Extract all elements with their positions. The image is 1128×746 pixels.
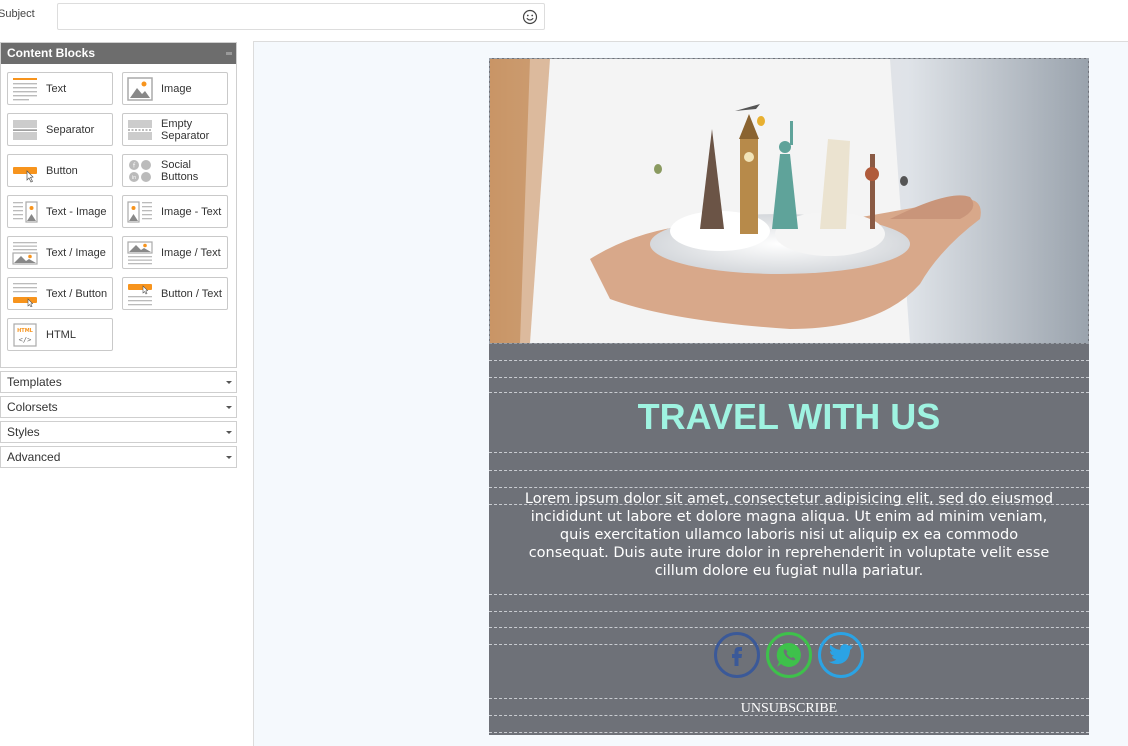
block-label: Button (46, 164, 78, 177)
block-label: Image - Text (161, 205, 222, 218)
block-label: Image / Text (161, 246, 221, 259)
section-advanced[interactable]: Advanced (0, 446, 237, 468)
whatsapp-button[interactable] (766, 632, 812, 678)
subject-label: Subject (0, 8, 35, 20)
svg-text:HTML: HTML (17, 328, 34, 334)
empty-separator-block-icon (128, 119, 152, 140)
social-buttons-block-icon: f in (129, 159, 151, 182)
block-label: Text / Button (46, 287, 108, 300)
block-label: Button / Text (161, 287, 222, 300)
block-text[interactable]: Text (7, 72, 113, 105)
image-text-block-icon (127, 200, 152, 223)
text-block-icon (13, 77, 37, 100)
block-label: Separator (46, 123, 95, 136)
image-over-text-block-icon (127, 240, 153, 264)
hero-image[interactable] (489, 58, 1089, 344)
emoji-icon[interactable] (522, 9, 538, 25)
collapse-icon[interactable] (226, 52, 232, 55)
section-label: Colorsets (7, 400, 58, 414)
social-buttons (489, 632, 1089, 678)
blocks-grid: Text Image Separator Empty Separator But… (1, 64, 236, 367)
block-button-over-text[interactable]: Button / Text (122, 277, 228, 310)
block-social-buttons[interactable]: f in Social Buttons (122, 154, 228, 187)
caret-down-icon (226, 381, 232, 384)
separator-block-icon (13, 119, 37, 140)
content-blocks-title: Content Blocks (7, 46, 96, 60)
section-label: Templates (7, 375, 62, 389)
block-label: Text (46, 82, 67, 95)
section-label: Advanced (7, 450, 61, 464)
whatsapp-icon (776, 642, 801, 667)
image-block-icon (127, 76, 153, 101)
block-empty-separator[interactable]: Empty Separator (122, 113, 228, 146)
button-block-icon (13, 166, 37, 182)
block-text-over-button[interactable]: Text / Button (7, 277, 113, 310)
hero-illustration (490, 59, 1088, 343)
svg-text:</>: </> (19, 336, 32, 344)
twitter-button[interactable] (818, 632, 864, 678)
section-label: Styles (7, 425, 40, 439)
caret-down-icon (226, 456, 232, 459)
text-image-block-icon (13, 200, 38, 223)
section-styles[interactable]: Styles (0, 421, 237, 443)
section-colorsets[interactable]: Colorsets (0, 396, 237, 418)
caret-down-icon (226, 431, 232, 434)
text-over-button-block-icon (13, 282, 37, 307)
content-blocks-header[interactable]: Content Blocks (1, 43, 236, 64)
block-label: Text / Image (46, 246, 106, 259)
content-blocks-panel: Content Blocks Text Image Separator Empt… (0, 42, 237, 368)
email-headline[interactable]: TRAVEL WITH US (489, 396, 1089, 438)
button-over-text-block-icon (128, 283, 152, 305)
section-templates[interactable]: Templates (0, 371, 237, 393)
sidebar: Content Blocks Text Image Separator Empt… (0, 42, 237, 746)
block-text-image[interactable]: Text - Image (7, 195, 113, 228)
email-body-text[interactable]: Lorem ipsum dolor sit amet, consectetur … (519, 490, 1059, 580)
block-text-over-image[interactable]: Text / Image (7, 236, 113, 269)
block-image-over-text[interactable]: Image / Text (122, 236, 228, 269)
block-image-text[interactable]: Image - Text (122, 195, 228, 228)
block-label: HTML (46, 328, 76, 341)
text-over-image-block-icon (12, 241, 38, 265)
block-image[interactable]: Image (122, 72, 228, 105)
block-separator[interactable]: Separator (7, 113, 113, 146)
twitter-icon (828, 644, 853, 665)
editor-canvas: TRAVEL WITH US Lorem ipsum dolor sit ame… (253, 41, 1128, 746)
block-button[interactable]: Button (7, 154, 113, 187)
facebook-icon (732, 647, 742, 666)
caret-down-icon (226, 406, 232, 409)
unsubscribe-link[interactable]: UNSUBSCRIBE (489, 701, 1089, 717)
facebook-button[interactable] (714, 632, 760, 678)
block-label: Text - Image (46, 205, 107, 218)
subject-input[interactable] (57, 3, 545, 30)
html-block-icon: HTML </> (13, 322, 37, 347)
email-preview: TRAVEL WITH US Lorem ipsum dolor sit ame… (489, 58, 1089, 735)
block-html[interactable]: HTML </> HTML (7, 318, 113, 351)
subject-row: Subject (0, 0, 1128, 40)
block-label: Image (161, 82, 192, 95)
block-label: Empty Separator (161, 117, 210, 142)
svg-text:in: in (132, 175, 137, 181)
block-label: Social Buttons (161, 158, 199, 183)
